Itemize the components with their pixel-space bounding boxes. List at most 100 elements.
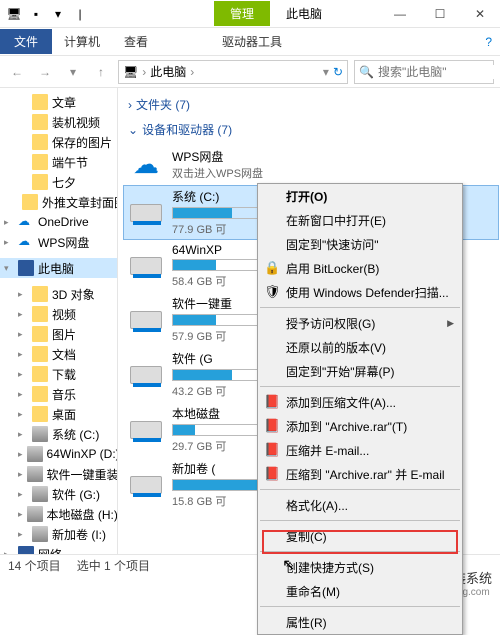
tree-item[interactable]: ▸视频 (0, 304, 117, 324)
tree-item[interactable]: ▸3D 对象 (0, 284, 117, 304)
forward-button[interactable]: → (34, 61, 56, 83)
tree-item[interactable]: ▸桌面 (0, 404, 117, 424)
tree-item[interactable]: ▸新加卷 (I:) (0, 524, 117, 544)
tree-item[interactable]: ▸软件一键重装系 (0, 464, 117, 484)
menu-icon: 📕 (264, 466, 280, 482)
drive-tools-menu[interactable]: 驱动器工具 (210, 29, 294, 54)
menu-label: 固定到"快速访问" (286, 236, 379, 253)
back-button[interactable]: ← (6, 61, 28, 83)
menu-item[interactable]: 还原以前的版本(V) (258, 335, 462, 359)
caret-icon: ▸ (18, 369, 28, 380)
cloud-icon: ☁ (18, 234, 34, 250)
menu-item[interactable]: 授予访问权限(G)▶ (258, 311, 462, 335)
tree-item[interactable]: ▸文档 (0, 344, 117, 364)
menu-item[interactable]: 🛡使用 Windows Defender扫描... (258, 280, 462, 304)
menu-item[interactable]: 📕添加到 "Archive.rar"(T) (258, 414, 462, 438)
address-field[interactable]: 🖥 › 此电脑 › ▾ ↻ (118, 60, 348, 84)
ribbon-contextual-tabs: 管理 此电脑 (214, 1, 338, 26)
tree-item[interactable]: ▸☁WPS网盘 (0, 232, 117, 252)
menu-item[interactable]: 格式化(A)... (258, 493, 462, 517)
qat-item[interactable]: ▪ (26, 4, 46, 24)
tree-label: 保存的图片 (52, 134, 112, 151)
menu-label: 在新窗口中打开(E) (286, 212, 386, 229)
tree-item[interactable]: 端午节 (0, 152, 117, 172)
menu-item[interactable]: 📕压缩并 E-mail... (258, 438, 462, 462)
recent-dropdown[interactable]: ▾ (62, 61, 84, 83)
folders-group-header[interactable]: › 文件夹 (7) (122, 92, 500, 117)
hdd-icon (128, 248, 164, 284)
folder-icon (22, 194, 38, 210)
item-name: WPS网盘 (172, 148, 494, 165)
menu-label: 复制(C) (286, 528, 327, 545)
caret-icon: ▸ (18, 449, 23, 460)
caret-icon: ▸ (18, 389, 28, 400)
tree-item[interactable]: ▸软件 (G:) (0, 484, 117, 504)
up-button[interactable]: ↑ (90, 61, 112, 83)
menu-separator (260, 489, 460, 490)
tree-item[interactable]: ▾此电脑 (0, 258, 117, 278)
search-icon: 🔍 (359, 65, 374, 79)
tree-item[interactable]: 装机视频 (0, 112, 117, 132)
tree-item[interactable]: 外推文章封面图 (0, 192, 117, 212)
drives-group-header[interactable]: ⌄ 设备和驱动器 (7) (122, 117, 500, 142)
menu-item[interactable]: 属性(R) (258, 610, 462, 634)
manage-tab[interactable]: 管理 (214, 1, 270, 26)
tree-label: 装机视频 (52, 114, 100, 131)
tree-label: 图片 (52, 326, 76, 343)
maximize-button[interactable]: ☐ (420, 0, 460, 28)
tree-label: 文章 (52, 94, 76, 111)
tree-item[interactable]: ▸图片 (0, 324, 117, 344)
folder-icon (32, 154, 48, 170)
group-label: 文件夹 (7) (136, 96, 190, 113)
tree-label: 视频 (52, 306, 76, 323)
search-input[interactable] (378, 65, 500, 79)
dropdown-icon[interactable]: ▾ (323, 65, 329, 79)
menu-item[interactable]: 在新窗口中打开(E) (258, 208, 462, 232)
tree-label: 七夕 (52, 174, 76, 191)
menu-item[interactable]: 重命名(M) (258, 579, 462, 603)
view-menu[interactable]: 查看 (112, 29, 160, 54)
context-menu: 打开(O) 在新窗口中打开(E) 固定到"快速访问" 🔒启用 BitLocker(B)… (257, 183, 463, 635)
menu-item[interactable]: 打开(O) (258, 184, 462, 208)
menu-label: 启用 BitLocker(B) (286, 260, 379, 277)
drive-icon (27, 446, 43, 462)
caret-icon: ▸ (4, 237, 14, 248)
tree-item[interactable]: ▸系统 (C:) (0, 424, 117, 444)
menu-item[interactable]: 📕压缩到 "Archive.rar" 并 E-mail (258, 462, 462, 486)
chevron-right-icon: › (190, 65, 194, 79)
chevron-down-icon: ⌄ (128, 123, 138, 137)
folder-icon (32, 306, 48, 322)
help-icon[interactable]: ? (477, 35, 500, 49)
tree-item[interactable]: ▸音乐 (0, 384, 117, 404)
refresh-icon[interactable]: ↻ (333, 65, 343, 79)
menu-item[interactable]: 🔒启用 BitLocker(B) (258, 256, 462, 280)
menu-item[interactable]: 复制(C) (258, 524, 462, 548)
computer-menu[interactable]: 计算机 (52, 29, 112, 54)
tree-item[interactable]: ▸64WinXP (D:) (0, 444, 117, 464)
tree-item[interactable]: 文章 (0, 92, 117, 112)
wps-netdisk-item[interactable]: ☁ WPS网盘 双击进入WPS网盘 (124, 144, 498, 184)
qat-dropdown-icon[interactable]: ▾ (48, 4, 68, 24)
folder-icon (32, 406, 48, 422)
menu-item[interactable]: 创建快捷方式(S) (258, 555, 462, 579)
minimize-button[interactable]: — (380, 0, 420, 28)
tree-item[interactable]: ▸☁OneDrive (0, 212, 117, 232)
title-label: 此电脑 (270, 1, 338, 26)
folder-icon (32, 386, 48, 402)
tree-item[interactable]: 保存的图片 (0, 132, 117, 152)
file-menu[interactable]: 文件 (0, 29, 52, 54)
folder-icon (32, 94, 48, 110)
search-field[interactable]: 🔍 (354, 60, 494, 84)
menu-item[interactable]: 📕添加到压缩文件(A)... (258, 390, 462, 414)
tree-item[interactable]: ▸本地磁盘 (H:) (0, 504, 117, 524)
menu-separator (260, 386, 460, 387)
menu-item[interactable]: 固定到"快速访问" (258, 232, 462, 256)
tree-item[interactable]: ▸下载 (0, 364, 117, 384)
tree-label: 桌面 (52, 406, 76, 423)
tree-label: OneDrive (38, 215, 89, 229)
menu-item[interactable]: 固定到"开始"屏幕(P) (258, 359, 462, 383)
pc-icon (18, 260, 34, 276)
tree-item[interactable]: 七夕 (0, 172, 117, 192)
close-button[interactable]: ✕ (460, 0, 500, 28)
menu-separator (260, 606, 460, 607)
